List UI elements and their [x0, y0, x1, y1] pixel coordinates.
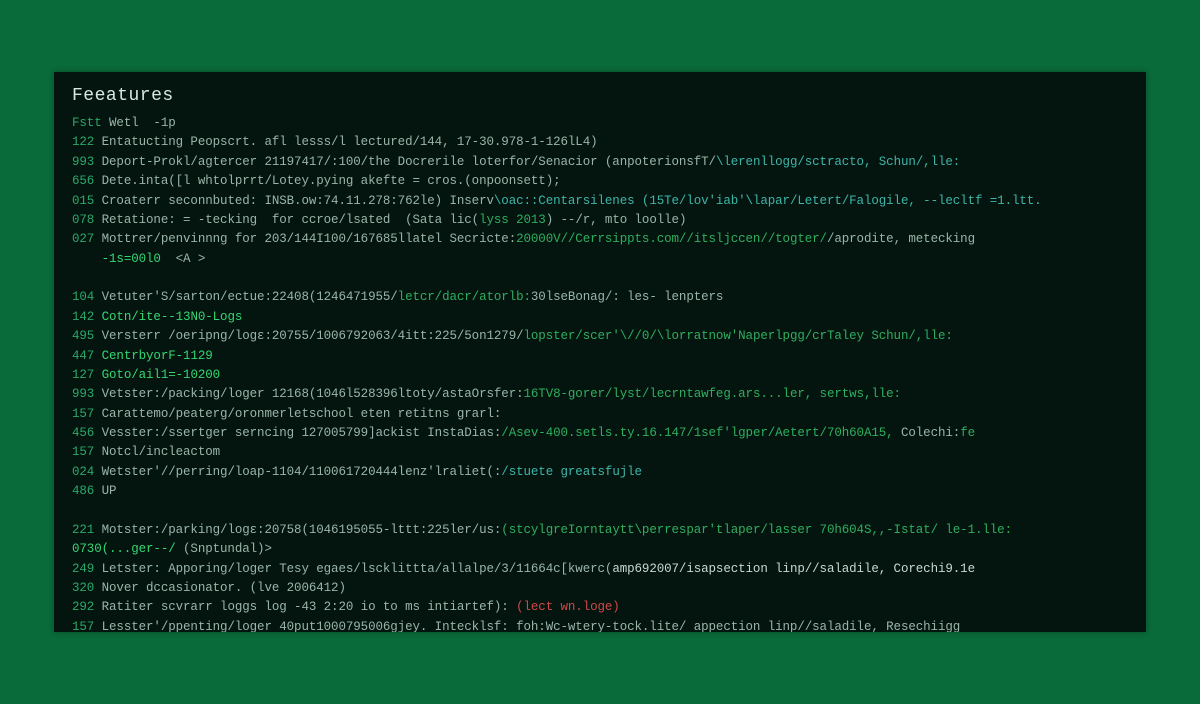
log-line: 142 Cotn/ite--13N0-Logs: [72, 308, 1128, 327]
log-output[interactable]: Fstt Wetl -1p122 Entatucting Peopscrt. a…: [72, 114, 1128, 632]
log-line: [72, 502, 1128, 521]
log-line: 122 Entatucting Peopscrt. afl lesss/l le…: [72, 133, 1128, 152]
log-line: 104 Vetuter'S/sarton/ectue:22408(1246471…: [72, 288, 1128, 307]
log-line: 015 Croaterr seconnbuted: INSB.ow:74.11.…: [72, 192, 1128, 211]
log-line: 078 Retatione: = -tecking for ccroe/lsat…: [72, 211, 1128, 230]
log-line: -1s=00l0 <A >: [72, 250, 1128, 269]
log-line: 157 Lesster'/ppenting/loger 40put1000795…: [72, 618, 1128, 632]
log-line: 292 Ratiter scvrarr loggs log -43 2:20 i…: [72, 598, 1128, 617]
log-line: 249 Letster: Apporing/loger Tesy egaes/l…: [72, 560, 1128, 579]
log-line: 157 Carattemo/peaterg/oronmerletschool e…: [72, 405, 1128, 424]
log-line: 0730(...ger--/ (Snptundal)>: [72, 540, 1128, 559]
log-line: 495 Versterr /oeripng/logε:20755/1006792…: [72, 327, 1128, 346]
log-line: [72, 269, 1128, 288]
log-line: 486 UP: [72, 482, 1128, 501]
log-line: 221 Motster:/parking/logε:20758(10461950…: [72, 521, 1128, 540]
panel-title: Feeatures: [72, 86, 1128, 106]
log-line: 656 Dete.inta([l whtolprrt/Lotey.pying a…: [72, 172, 1128, 191]
log-line: 447 CentrbyorF-1129: [72, 347, 1128, 366]
log-line: 993 Deport-Prokl/agtercer 21197417/:100/…: [72, 153, 1128, 172]
log-line: 993 Vetster:/packing/loger 12168(1046l52…: [72, 385, 1128, 404]
log-line: 456 Vesster:/ssertger serncing 127005799…: [72, 424, 1128, 443]
terminal-window: Feeatures Fstt Wetl -1p122 Entatucting P…: [54, 72, 1146, 632]
log-line: 024 Wetster'//perring/loap-1104/11006172…: [72, 463, 1128, 482]
log-line: 027 Mottrer/penvinnng for 203/144I100/16…: [72, 230, 1128, 249]
log-line: 157 Notcl/incleactom: [72, 443, 1128, 462]
log-line: 127 Goto/ail1=-10200: [72, 366, 1128, 385]
log-line: Fstt Wetl -1p: [72, 114, 1128, 133]
log-line: 320 Nover dccasionator. (lve 2006412): [72, 579, 1128, 598]
